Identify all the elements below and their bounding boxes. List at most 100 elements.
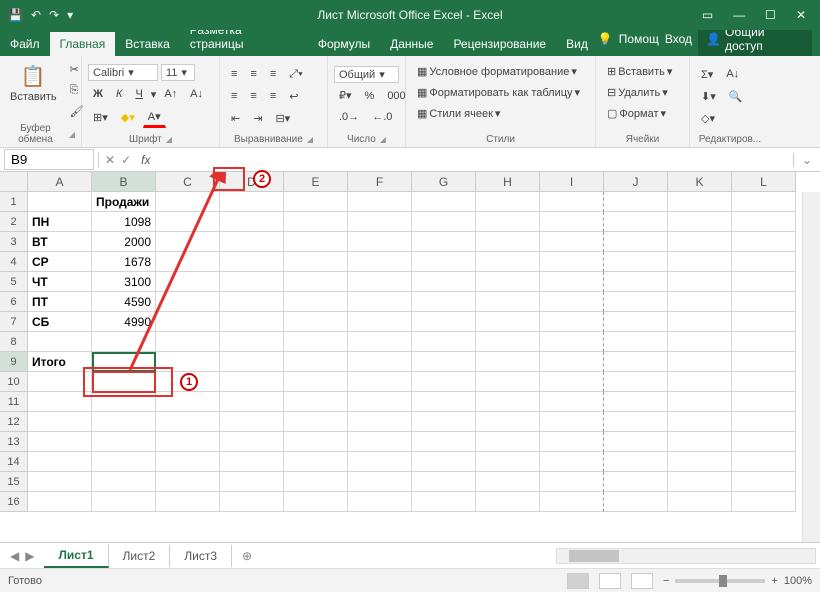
row-header-14[interactable]: 14: [0, 452, 28, 472]
row-header-16[interactable]: 16: [0, 492, 28, 512]
cell-C1[interactable]: [156, 192, 220, 212]
cell-F13[interactable]: [348, 432, 412, 452]
sheet-nav-next-icon[interactable]: ▶: [25, 549, 34, 563]
save-icon[interactable]: 💾: [8, 8, 23, 22]
percent-icon[interactable]: %: [360, 87, 380, 105]
cell-C12[interactable]: [156, 412, 220, 432]
ribbon-options-icon[interactable]: ▭: [702, 8, 713, 22]
column-header-G[interactable]: G: [412, 172, 476, 192]
cell-G14[interactable]: [412, 452, 476, 472]
cell-D3[interactable]: [220, 232, 284, 252]
cell-G1[interactable]: [412, 192, 476, 212]
cell-G4[interactable]: [412, 252, 476, 272]
cell-E11[interactable]: [284, 392, 348, 412]
undo-icon[interactable]: ↶: [31, 8, 41, 22]
enter-formula-icon[interactable]: ✓: [121, 153, 131, 167]
cell-B16[interactable]: [92, 492, 156, 512]
cell-I11[interactable]: [540, 392, 604, 412]
cell-H12[interactable]: [476, 412, 540, 432]
cell-G12[interactable]: [412, 412, 476, 432]
cell-G9[interactable]: [412, 352, 476, 372]
cell-K9[interactable]: [668, 352, 732, 372]
insert-cells-button[interactable]: ⊞Вставить▾: [602, 62, 683, 81]
cell-L14[interactable]: [732, 452, 796, 472]
cell-D4[interactable]: [220, 252, 284, 272]
cell-H9[interactable]: [476, 352, 540, 372]
cell-G10[interactable]: [412, 372, 476, 392]
italic-button[interactable]: К: [111, 85, 127, 103]
cell-G2[interactable]: [412, 212, 476, 232]
format-cells-button[interactable]: ▢Формат▾: [602, 104, 683, 123]
cell-A13[interactable]: [28, 432, 92, 452]
cell-F4[interactable]: [348, 252, 412, 272]
cell-L3[interactable]: [732, 232, 796, 252]
cell-L11[interactable]: [732, 392, 796, 412]
increase-font-icon[interactable]: A↑: [159, 85, 182, 103]
cell-C4[interactable]: [156, 252, 220, 272]
cell-B9[interactable]: [92, 352, 156, 372]
cell-I9[interactable]: [540, 352, 604, 372]
column-header-A[interactable]: A: [28, 172, 92, 192]
cell-F5[interactable]: [348, 272, 412, 292]
cell-I7[interactable]: [540, 312, 604, 332]
close-icon[interactable]: ✕: [796, 8, 806, 22]
row-header-15[interactable]: 15: [0, 472, 28, 492]
maximize-icon[interactable]: ☐: [765, 8, 776, 22]
decrease-decimal-icon[interactable]: ←.0: [367, 108, 397, 126]
cell-J14[interactable]: [604, 452, 668, 472]
cell-H4[interactable]: [476, 252, 540, 272]
cell-J1[interactable]: [604, 192, 668, 212]
cell-J4[interactable]: [604, 252, 668, 272]
column-header-J[interactable]: J: [604, 172, 668, 192]
column-header-K[interactable]: K: [668, 172, 732, 192]
tab-review[interactable]: Рецензирование: [443, 32, 556, 56]
cell-G7[interactable]: [412, 312, 476, 332]
cell-E12[interactable]: [284, 412, 348, 432]
cell-E9[interactable]: [284, 352, 348, 372]
sheet-tab-1[interactable]: Лист1: [44, 544, 108, 568]
cell-G13[interactable]: [412, 432, 476, 452]
decrease-indent-icon[interactable]: ⇤: [226, 109, 245, 128]
cell-H3[interactable]: [476, 232, 540, 252]
increase-indent-icon[interactable]: ⇥: [248, 109, 267, 128]
decrease-font-icon[interactable]: A↓: [185, 85, 208, 103]
cell-K5[interactable]: [668, 272, 732, 292]
cell-I2[interactable]: [540, 212, 604, 232]
merge-icon[interactable]: ⊟▾: [270, 109, 295, 128]
align-top-icon[interactable]: ≡: [226, 65, 242, 83]
cell-K1[interactable]: [668, 192, 732, 212]
cell-J2[interactable]: [604, 212, 668, 232]
cell-J16[interactable]: [604, 492, 668, 512]
cell-A2[interactable]: ПН: [28, 212, 92, 232]
cell-J6[interactable]: [604, 292, 668, 312]
cell-J8[interactable]: [604, 332, 668, 352]
cell-F15[interactable]: [348, 472, 412, 492]
number-launcher-icon[interactable]: ◢: [380, 135, 386, 144]
view-normal-icon[interactable]: [567, 573, 589, 589]
cell-C5[interactable]: [156, 272, 220, 292]
cell-A9[interactable]: Итого: [28, 352, 92, 372]
cell-C3[interactable]: [156, 232, 220, 252]
cell-K14[interactable]: [668, 452, 732, 472]
font-size-combo[interactable]: 11▾: [161, 64, 195, 81]
cell-F6[interactable]: [348, 292, 412, 312]
cell-B1[interactable]: Продажи: [92, 192, 156, 212]
cell-E1[interactable]: [284, 192, 348, 212]
login-button[interactable]: Вход: [665, 32, 692, 46]
cell-L16[interactable]: [732, 492, 796, 512]
cell-D9[interactable]: [220, 352, 284, 372]
cell-I4[interactable]: [540, 252, 604, 272]
column-header-L[interactable]: L: [732, 172, 796, 192]
cell-B6[interactable]: 4590: [92, 292, 156, 312]
cell-D14[interactable]: [220, 452, 284, 472]
cell-B10[interactable]: [92, 372, 156, 392]
row-header-13[interactable]: 13: [0, 432, 28, 452]
zoom-in-button[interactable]: +: [771, 575, 777, 587]
cell-K8[interactable]: [668, 332, 732, 352]
conditional-formatting-button[interactable]: ▦Условное форматирование▾: [412, 62, 589, 81]
cell-F3[interactable]: [348, 232, 412, 252]
zoom-out-button[interactable]: −: [663, 575, 669, 587]
delete-cells-button[interactable]: ⊟Удалить▾: [602, 83, 683, 102]
cell-K11[interactable]: [668, 392, 732, 412]
row-header-12[interactable]: 12: [0, 412, 28, 432]
